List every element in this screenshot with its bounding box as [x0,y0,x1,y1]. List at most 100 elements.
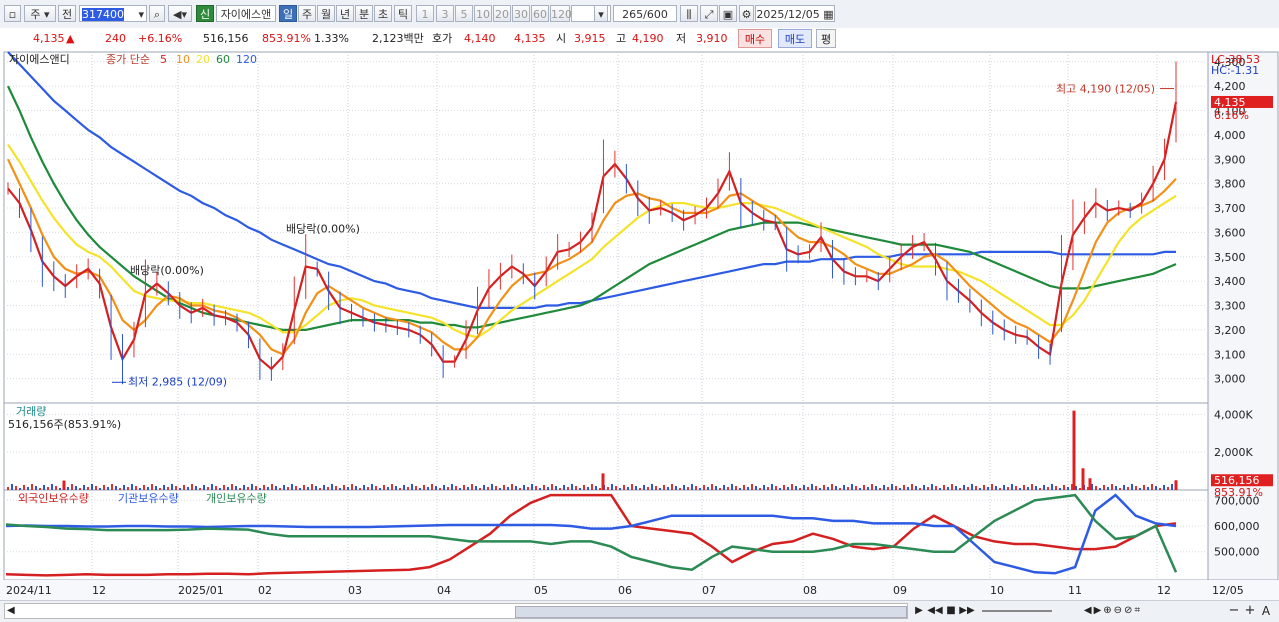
play-icon[interactable]: ▶ [912,604,926,618]
tool-icons[interactable]: ◀▶⊕⊖⊘⌗ [1058,604,1168,618]
bid-price: 4,135 [514,32,546,45]
x-tick-label: 12 [92,584,106,597]
sell-button[interactable]: 매도 [778,29,812,48]
max-count: /600 [643,8,668,21]
x-tick-label: 04 [437,584,451,597]
count-field[interactable]: 265/600 [613,5,677,22]
code-input[interactable]: 317400 ▾ [79,5,147,22]
count-value: 265 [622,8,644,21]
open-label: 시 [556,32,567,45]
period-tab[interactable]: 월 [317,5,335,22]
volume: 516,156 [203,32,249,45]
eval-button[interactable]: 평 [816,29,836,48]
speaker-icon[interactable]: ◀▾ [168,5,192,22]
turnover: 1.33% [314,32,349,45]
volume-tick-label: 2,000K [1214,446,1253,459]
window-icon[interactable]: ▫ [4,5,21,22]
zoom-in-button[interactable]: + [1244,604,1256,618]
holdings-legend-1: 기관보유수량 [118,492,179,505]
quote-label: 호가 [432,32,453,45]
corner-label: HC:-1.31 [1211,64,1259,77]
period-tab[interactable]: 주 [298,5,316,22]
zoom-slider[interactable] [982,610,1052,612]
new-badge[interactable]: 신 [196,5,214,22]
holdings-legend-2: 개인보유수량 [206,492,267,505]
x-tick-label: 10 [990,584,1004,597]
chart-title: 자이에스앤디 [9,53,70,66]
holdings-tick-label: 600,000 [1214,520,1260,533]
last-volume-pct: 853.91% [1214,486,1263,499]
dividend-annotation: 배당락(0.00%) [286,222,360,235]
scrollbar-thumb[interactable] [515,606,907,618]
period-tab[interactable]: 일 [279,5,297,22]
change: 240 [105,32,126,45]
dividend-annotation: 배당락(0.00%) [130,264,204,277]
period-tab[interactable]: 분 [355,5,373,22]
minute-tab[interactable]: 5 [455,5,473,22]
rewind-icon[interactable]: ◀◀ [926,604,944,618]
legend-item-60: 60 [216,53,230,66]
price-tick-label: 3,100 [1214,348,1246,361]
toolbar: ▫ 주 ▾ 전 317400 ▾ ⌕ ◀▾ 신 자이에스앤 일주월년분초틱 135… [0,0,1279,29]
ask-price: 4,140 [464,32,496,45]
prev-button[interactable]: 전 [58,5,76,22]
price-tick-label: 3,300 [1214,300,1246,313]
last-pct-label: 6.16% [1214,109,1249,122]
minute-tab[interactable]: 60 [531,5,549,22]
price-tick-label: 3,800 [1214,178,1246,191]
x-tick-label: 09 [893,584,907,597]
minute-tab[interactable]: 20 [493,5,511,22]
draw-icon[interactable]: ⤢ [700,5,718,22]
date-field[interactable]: 2025/12/05 ▦ [755,5,835,22]
date-value: 2025/12/05 [756,8,820,21]
chevron-down-icon[interactable]: ▾ [594,5,608,22]
buy-button[interactable]: 매수 [738,29,772,48]
price-tick-label: 3,900 [1214,153,1246,166]
x-tick-label: 08 [803,584,817,597]
x-tick-label: 2025/01 [178,584,224,597]
low-label: 저 [676,32,687,45]
period-tab[interactable]: 틱 [394,5,412,22]
price-tick-label: 4,200 [1214,80,1246,93]
holdings-legend-0: 외국인보유수량 [18,492,89,505]
minute-tab[interactable]: 10 [474,5,492,22]
legend-item-5: 5 [160,53,167,66]
x-tick-label: 12 [1157,584,1171,597]
amount: 2,123백만 [372,32,424,45]
high-annotation: 최고 4,190 (12/05) [1056,83,1155,96]
candle-icon[interactable]: ⫼ [680,5,698,22]
x-tick-label: 06 [618,584,632,597]
legend-item-20: 20 [196,53,210,66]
up-arrow-icon: ▲ [66,32,75,45]
holdings-tick-label: 500,000 [1214,546,1260,559]
stop-icon[interactable]: ■ [944,604,958,618]
price-tick-label: 4,000 [1214,129,1246,142]
price-tick-label: 3,500 [1214,251,1246,264]
horizontal-scrollbar[interactable]: ◀ [4,603,908,619]
minute-tab[interactable]: 120 [550,5,572,22]
minute-tab[interactable]: 30 [512,5,530,22]
high-price: 4,190 [632,32,664,45]
minute-tab[interactable]: 3 [436,5,454,22]
legend-item-10: 10 [176,53,190,66]
zoom-out-button[interactable]: − [1228,604,1240,618]
stock-name[interactable]: 자이에스앤 [216,5,276,22]
price-tick-label: 3,700 [1214,202,1246,215]
auto-scale-button[interactable]: A [1260,604,1272,618]
legend-label: 종가 단순 [106,53,150,66]
x-tick-label: 2024/11 [6,584,52,597]
x-tick-label: 11 [1068,584,1082,597]
open-price: 3,915 [574,32,606,45]
fast-forward-icon[interactable]: ▶▶ [958,604,976,618]
chart-background [0,50,1279,600]
minute-tab[interactable]: 1 [416,5,434,22]
save-icon[interactable]: ▣ [719,5,737,22]
stock-chart[interactable]: 2024/11 12 2025/01 02 03 04 05 06 07 08 09 10 11 12 12… [0,50,1279,600]
last-price-label: 4,135 [1214,96,1246,109]
calendar-icon: ▦ [823,8,834,21]
gear-icon[interactable]: ⚙ [739,5,754,22]
market-select[interactable]: 주 ▾ [24,5,56,22]
search-icon[interactable]: ⌕ [149,5,165,22]
period-tab[interactable]: 년 [336,5,354,22]
period-tab[interactable]: 초 [374,5,392,22]
